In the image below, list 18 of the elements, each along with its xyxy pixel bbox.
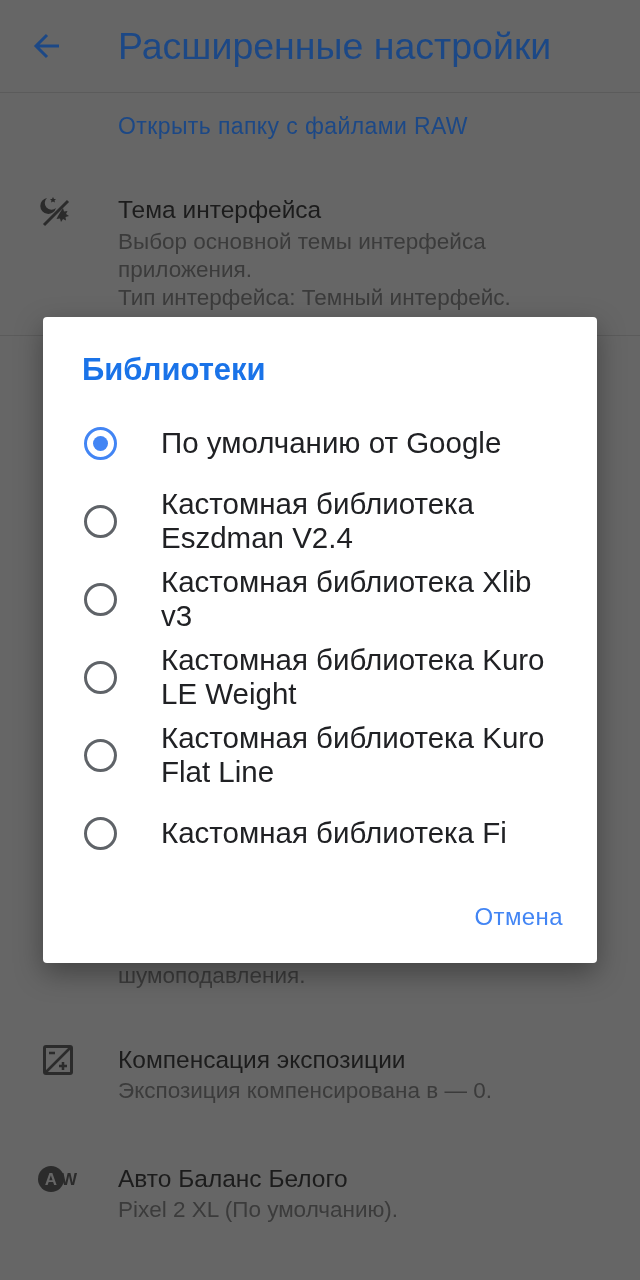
radio-button[interactable] [84, 738, 117, 772]
option-label[interactable]: Кастомная библиотека Xlib v3 [161, 565, 563, 633]
option-label[interactable]: Кастомная библиотека Eszdman V2.4 [161, 487, 563, 555]
exposure-icon [43, 1045, 73, 1075]
radio-button[interactable] [84, 660, 117, 694]
radio-button[interactable] [84, 582, 117, 616]
dialog-title: Библиотеки [81, 351, 267, 389]
radio-button[interactable] [84, 504, 117, 538]
option-label[interactable]: Кастомная библиотека Kuro LE Weight [161, 643, 563, 711]
radio-button[interactable] [84, 816, 117, 850]
option-label[interactable]: Кастомная библиотека Fi [161, 816, 563, 850]
back-arrow-icon [33, 33, 61, 59]
option-label[interactable]: По умолчанию от Google [161, 426, 563, 460]
cancel-button[interactable]: Отмена [466, 893, 571, 941]
option-label[interactable]: Кастомная библиотека Kuro Flat Line [161, 721, 563, 789]
page-title: Расширенные настройки [118, 24, 552, 69]
radio-button[interactable] [84, 426, 117, 460]
theme-moon-sun-icon [40, 195, 72, 227]
